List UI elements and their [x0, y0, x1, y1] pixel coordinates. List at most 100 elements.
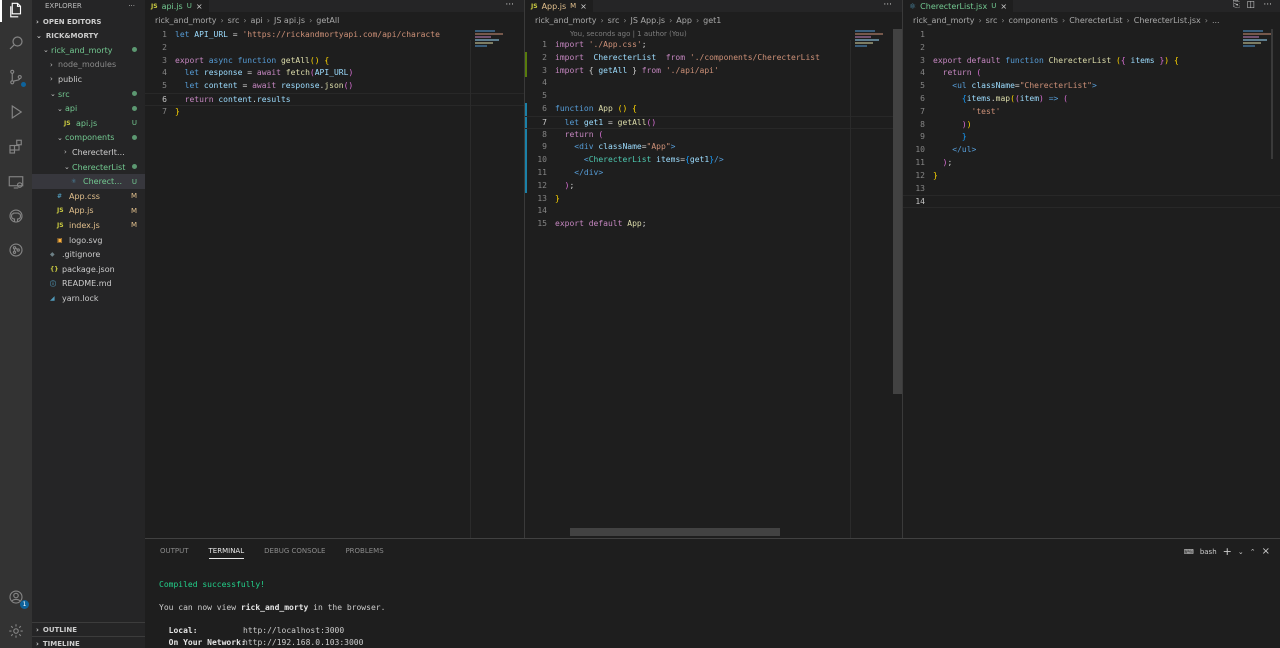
tree-item[interactable]: # App.css M [32, 189, 145, 204]
breadcrumb-item[interactable]: src [986, 16, 998, 25]
code-line: 7} [145, 106, 524, 119]
explorer-more-button[interactable]: ··· [128, 2, 135, 10]
breadcrumb-item[interactable]: components [1009, 16, 1058, 25]
code-editor[interactable]: 1 2 3 export default function CherecterList… [903, 29, 1280, 209]
timeline-section[interactable]: › TIMELINE [32, 636, 145, 648]
code-token: return [564, 129, 599, 139]
code-line: 12 ); [525, 180, 902, 193]
gitlens-icon[interactable] [6, 240, 26, 260]
breadcrumb-item[interactable]: rick_and_morty [155, 16, 216, 25]
breadcrumb-item[interactable]: ... [1212, 16, 1220, 25]
code-line: 6 function App () { [525, 103, 902, 116]
breadcrumb-item[interactable]: src [228, 16, 240, 25]
search-icon[interactable] [6, 33, 26, 53]
code-text: export async function getAll() { [175, 55, 524, 68]
breadcrumb-item[interactable]: rick_and_morty [535, 16, 596, 25]
tree-item[interactable]: › public [32, 72, 145, 87]
code-line: 11 ); [903, 157, 1280, 170]
horizontal-scrollbar[interactable] [570, 528, 780, 536]
code-line: 12} [903, 170, 1280, 183]
close-icon[interactable]: × [580, 2, 587, 11]
tree-item-label: package.json [62, 264, 115, 274]
terminal-output[interactable]: Compiled successfully! You can now view … [145, 579, 385, 648]
code-text: <ul className="CherecterList"> [933, 80, 1280, 93]
editor-tab[interactable]: JS api.js U × [145, 0, 209, 12]
tree-item[interactable]: › CherecterItem [32, 145, 145, 160]
breadcrumb-item[interactable]: src [608, 16, 620, 25]
breadcrumb-item[interactable]: CherecterList.jsx [1134, 16, 1201, 25]
code-editor[interactable]: 1 let API_URL = 'https://rickandmortyapi.… [145, 29, 524, 119]
vertical-scrollbar[interactable] [1271, 29, 1273, 159]
tree-item[interactable]: ⌄ rick_and_morty [32, 43, 145, 58]
tree-item[interactable]: › node_modules [32, 58, 145, 73]
editor-tab[interactable]: JS App.js M × [525, 0, 593, 12]
close-icon[interactable]: × [1000, 2, 1007, 11]
minimap[interactable] [475, 29, 515, 69]
tree-item[interactable]: ◆ .gitignore [32, 247, 145, 262]
code-token: content [203, 81, 238, 91]
github-icon[interactable] [6, 206, 26, 226]
open-editors-section[interactable]: › OPEN EDITORS [32, 15, 145, 29]
editor-more-button[interactable]: ··· [1263, 0, 1272, 10]
code-editor[interactable]: You, seconds ago | 1 author (You) 1 import… [525, 29, 902, 231]
breadcrumb-item[interactable]: App [676, 16, 692, 25]
tree-item[interactable]: ⌄ CherecterList [32, 160, 145, 175]
tree-item[interactable]: JS api.js U [32, 116, 145, 131]
source-control-icon[interactable] [6, 67, 26, 87]
editor-more-button[interactable]: ··· [883, 0, 892, 10]
accounts-badge: 1 [20, 600, 29, 609]
tree-item[interactable]: ⌄ api [32, 101, 145, 116]
chevron-right-icon: › [1061, 16, 1066, 25]
accounts-icon[interactable]: 1 [6, 587, 29, 609]
tree-item[interactable]: JS index.js M [32, 218, 145, 233]
tree-item[interactable]: ⓘ README.md [32, 277, 145, 292]
tree-item[interactable]: JS App.js M [32, 204, 145, 219]
breadcrumb-item[interactable]: getAll [316, 16, 339, 25]
panel-tab-output[interactable]: OUTPUT [160, 547, 189, 555]
tree-item[interactable]: {} package.json [32, 262, 145, 277]
code-token: ; [641, 40, 647, 49]
open-changes-icon[interactable]: ⎘ [1233, 0, 1240, 10]
close-panel-icon[interactable]: × [1262, 546, 1270, 557]
panel-tabs: OUTPUT TERMINAL DEBUG CONSOLE PROBLEMS [145, 539, 1280, 563]
panel-tab-terminal[interactable]: TERMINAL [208, 547, 245, 559]
breadcrumb-item[interactable]: get1 [703, 16, 721, 25]
tree-item[interactable]: ▣ logo.svg [32, 233, 145, 248]
breadcrumb-item[interactable]: JS api.js [274, 16, 305, 25]
tree-item-label: api.js [76, 118, 98, 128]
line-number: 1 [162, 30, 167, 39]
run-debug-icon[interactable] [6, 102, 26, 122]
tree-item[interactable]: ⚛ CherecterLi... U [32, 174, 145, 189]
extensions-icon[interactable] [6, 137, 26, 157]
split-editor-icon[interactable]: ◫ [1246, 0, 1255, 10]
breadcrumb-item[interactable]: CherecterList [1069, 16, 1122, 25]
editor-more-button[interactable]: ··· [505, 0, 514, 10]
outline-section[interactable]: › OUTLINE [32, 622, 145, 636]
gear-icon[interactable] [6, 621, 26, 641]
maximize-panel-icon[interactable]: ⌃ [1250, 548, 1256, 556]
tree-item[interactable]: ⌄ src [32, 87, 145, 102]
line-number: 9 [920, 132, 925, 142]
tree-item[interactable]: ◢ yarn.lock [32, 291, 145, 306]
panel-tab-problems[interactable]: PROBLEMS [345, 547, 383, 555]
editor-tab[interactable]: ⚛ CherecterList.jsx U × [903, 0, 1014, 12]
tree-item[interactable]: ⌄ components [32, 131, 145, 146]
files-icon[interactable] [6, 0, 26, 20]
vertical-scrollbar[interactable] [513, 29, 515, 394]
close-icon[interactable]: × [196, 2, 203, 11]
breadcrumb-item[interactable]: api [251, 16, 263, 25]
breadcrumb-item[interactable]: JS App.js [631, 16, 666, 25]
add-terminal-button[interactable]: + [1223, 545, 1232, 558]
panel-tab-debug-console[interactable]: DEBUG CONSOLE [264, 547, 325, 555]
chevron-down-icon[interactable]: ⌄ [1238, 548, 1244, 556]
workspace-root-section[interactable]: ⌄ RICK&MORTY [32, 29, 145, 43]
shell-selector[interactable]: bash [1200, 548, 1217, 556]
minimap[interactable] [855, 29, 895, 69]
code-line: 3 import { getAll } from './api/api' [525, 65, 902, 78]
minimap[interactable] [1243, 29, 1280, 69]
breadcrumb-item[interactable]: rick_and_morty [913, 16, 974, 25]
local-url[interactable]: http://localhost:3000 [243, 626, 344, 635]
remote-explorer-icon[interactable] [6, 172, 26, 192]
network-url[interactable]: http://192.168.0.103:3000 [243, 638, 363, 647]
